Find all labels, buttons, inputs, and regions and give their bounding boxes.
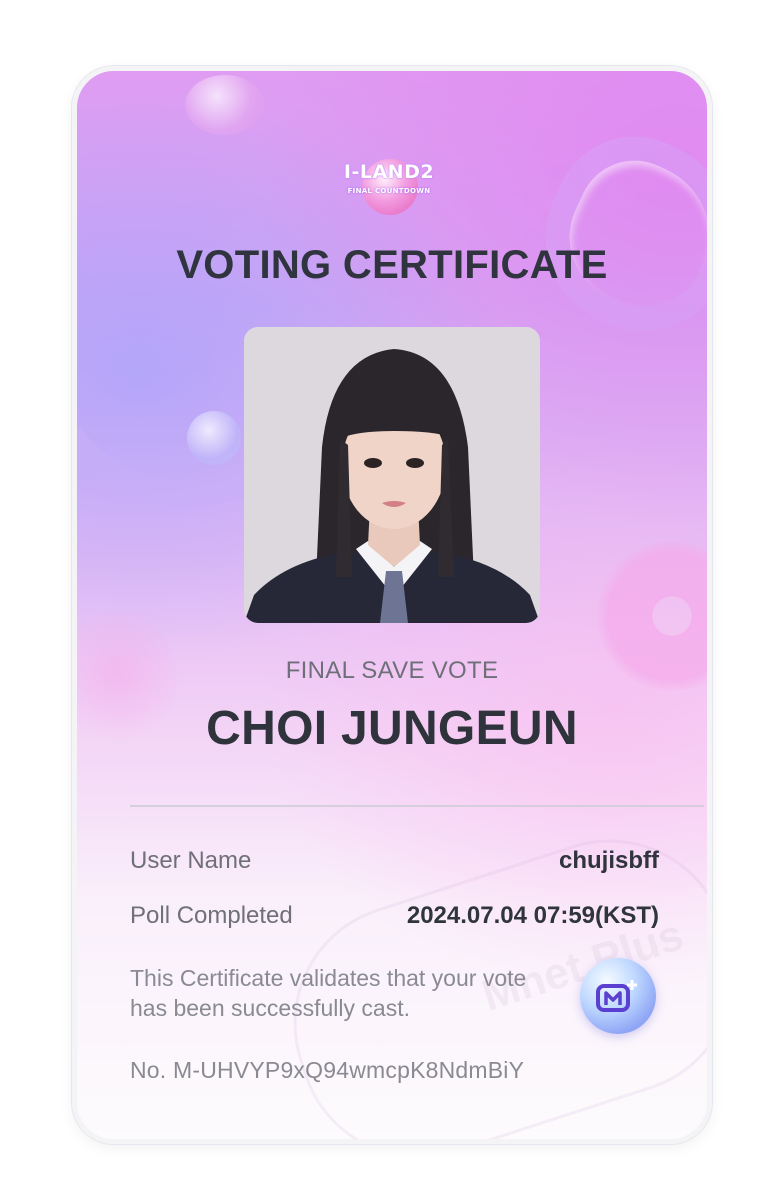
certificate-validation-note: This Certificate validates that your vot… [130, 965, 527, 1021]
user-name-value: chujisbff [559, 847, 659, 874]
voting-certificate-card: Mnet Plus I-LAND2 FINAL COUNTDOWN VOTING… [72, 66, 712, 1144]
candidate-portrait-image [244, 327, 540, 623]
certificate-title: VOTING CERTIFICATE [176, 243, 608, 287]
user-name-label: User Name [130, 847, 252, 874]
poll-completed-label: Poll Completed [130, 902, 293, 929]
logo-subtitle: FINAL COUNTDOWN [347, 187, 431, 195]
candidate-photo [244, 327, 540, 623]
iland2-logo: I-LAND2 FINAL COUNTDOWN [340, 153, 438, 217]
vote-type-label: FINAL SAVE VOTE [285, 657, 499, 684]
poll-completed-value: 2024.07.04 07:59(KST) [406, 902, 659, 929]
logo-title: I-LAND2 [343, 161, 435, 183]
candidate-name: CHOI JUNGEUN [206, 702, 578, 755]
decorative-ball [187, 411, 241, 465]
mnet-plus-badge-icon [580, 958, 656, 1034]
decorative-loop-shape [516, 110, 707, 360]
mnet-plus-logo-icon [596, 980, 637, 1012]
decorative-bubble [185, 75, 265, 135]
certificate-number: No. M-UHVYP9xQ94wmcpK8NdmBiY [130, 1057, 525, 1083]
divider [130, 805, 704, 807]
